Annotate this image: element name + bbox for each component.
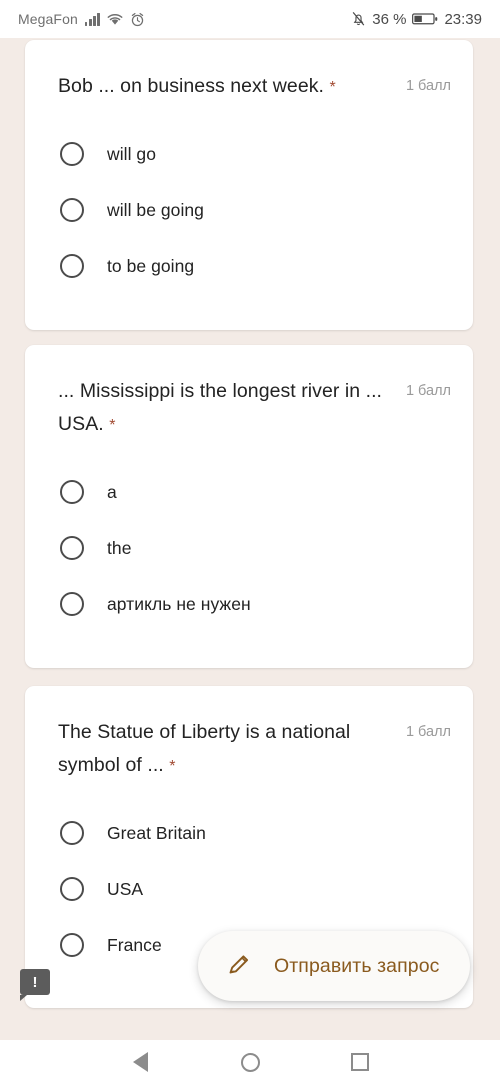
option-row[interactable]: артикль не нужен [25, 576, 473, 632]
radio-button-icon[interactable] [60, 933, 84, 957]
question-row: Bob ... on business next week. * 1 балл [25, 40, 473, 104]
option-row[interactable]: will go [25, 126, 473, 182]
android-navigation-bar [0, 1040, 500, 1084]
nav-recents-button[interactable] [305, 1040, 415, 1084]
alarm-clock-icon [130, 12, 145, 27]
clock-label: 23:39 [444, 10, 482, 28]
carrier-label: MegaFon [18, 11, 78, 27]
bell-muted-icon [351, 11, 366, 27]
option-label: France [107, 934, 162, 955]
nav-back-button[interactable] [85, 1040, 195, 1084]
radio-button-icon[interactable] [60, 536, 84, 560]
question-label: The Statue of Liberty is a national symb… [58, 721, 351, 776]
required-asterisk: * [169, 758, 176, 775]
radio-button-icon[interactable] [60, 198, 84, 222]
radio-button-icon[interactable] [60, 821, 84, 845]
radio-button-icon[interactable] [60, 254, 84, 278]
question-text: Bob ... on business next week. * [58, 70, 406, 104]
question-label: Bob ... on business next week. [58, 75, 324, 97]
home-circle-icon [240, 1052, 260, 1072]
radio-button-icon[interactable] [60, 877, 84, 901]
question-label: ... Mississippi is the longest river in … [58, 380, 383, 435]
required-asterisk: * [109, 417, 116, 434]
callout-exclamation-icon[interactable]: ! [20, 969, 50, 1001]
radio-button-icon[interactable] [60, 480, 84, 504]
send-request-button[interactable]: Отправить запрос [198, 931, 470, 1001]
status-bar-left: MegaFon [18, 11, 145, 27]
options-list: a the артикль не нужен [25, 442, 473, 658]
option-row[interactable]: USA [25, 861, 473, 917]
battery-icon [412, 12, 438, 26]
wifi-icon [107, 13, 123, 26]
question-card: ... Mississippi is the longest river in … [25, 345, 473, 668]
option-label: to be going [107, 255, 195, 276]
points-label: 1 балл [405, 78, 451, 94]
question-text: ... Mississippi is the longest river in … [58, 375, 406, 442]
nav-home-button[interactable] [195, 1040, 305, 1084]
option-row[interactable]: to be going [25, 238, 473, 294]
quiz-scroll-area[interactable]: Bob ... on business next week. * 1 балл … [0, 38, 500, 1040]
option-label: USA [107, 878, 144, 899]
battery-percent-label: 36 % [372, 10, 407, 28]
send-request-label: Отправить запрос [274, 954, 440, 977]
radio-button-icon[interactable] [60, 592, 84, 616]
signal-bars-icon [84, 12, 100, 26]
question-row: ... Mississippi is the longest river in … [25, 345, 473, 442]
points-label: 1 балл [405, 383, 451, 399]
question-card: Bob ... on business next week. * 1 балл … [25, 40, 473, 330]
required-asterisk: * [329, 79, 336, 96]
option-label: will go [107, 143, 156, 164]
option-row[interactable]: the [25, 520, 473, 576]
option-row[interactable]: will be going [25, 182, 473, 238]
question-text: The Statue of Liberty is a national symb… [58, 716, 406, 783]
option-label: Great Britain [107, 822, 206, 843]
points-label: 1 балл [405, 724, 451, 740]
pencil-icon [224, 949, 254, 984]
recents-square-icon [351, 1053, 369, 1071]
option-label: the [107, 537, 132, 558]
status-bar: MegaFon 36 % 23:39 [0, 0, 500, 38]
option-row[interactable]: Great Britain [25, 805, 473, 861]
back-triangle-icon [132, 1052, 148, 1072]
phone-screen: MegaFon 36 % 23:39 Bob ... on business n… [0, 0, 500, 1084]
option-label: артикль не нужен [107, 593, 251, 614]
status-bar-right: 36 % 23:39 [351, 11, 482, 28]
option-label: will be going [107, 199, 204, 220]
question-row: The Statue of Liberty is a national symb… [25, 686, 473, 783]
exclamation-glyph: ! [32, 973, 38, 991]
options-list: will go will be going to be going [25, 104, 473, 320]
callout-bubble: ! [20, 969, 50, 1001]
option-label: a [107, 481, 117, 502]
option-row[interactable]: a [25, 464, 473, 520]
radio-button-icon[interactable] [60, 142, 84, 166]
